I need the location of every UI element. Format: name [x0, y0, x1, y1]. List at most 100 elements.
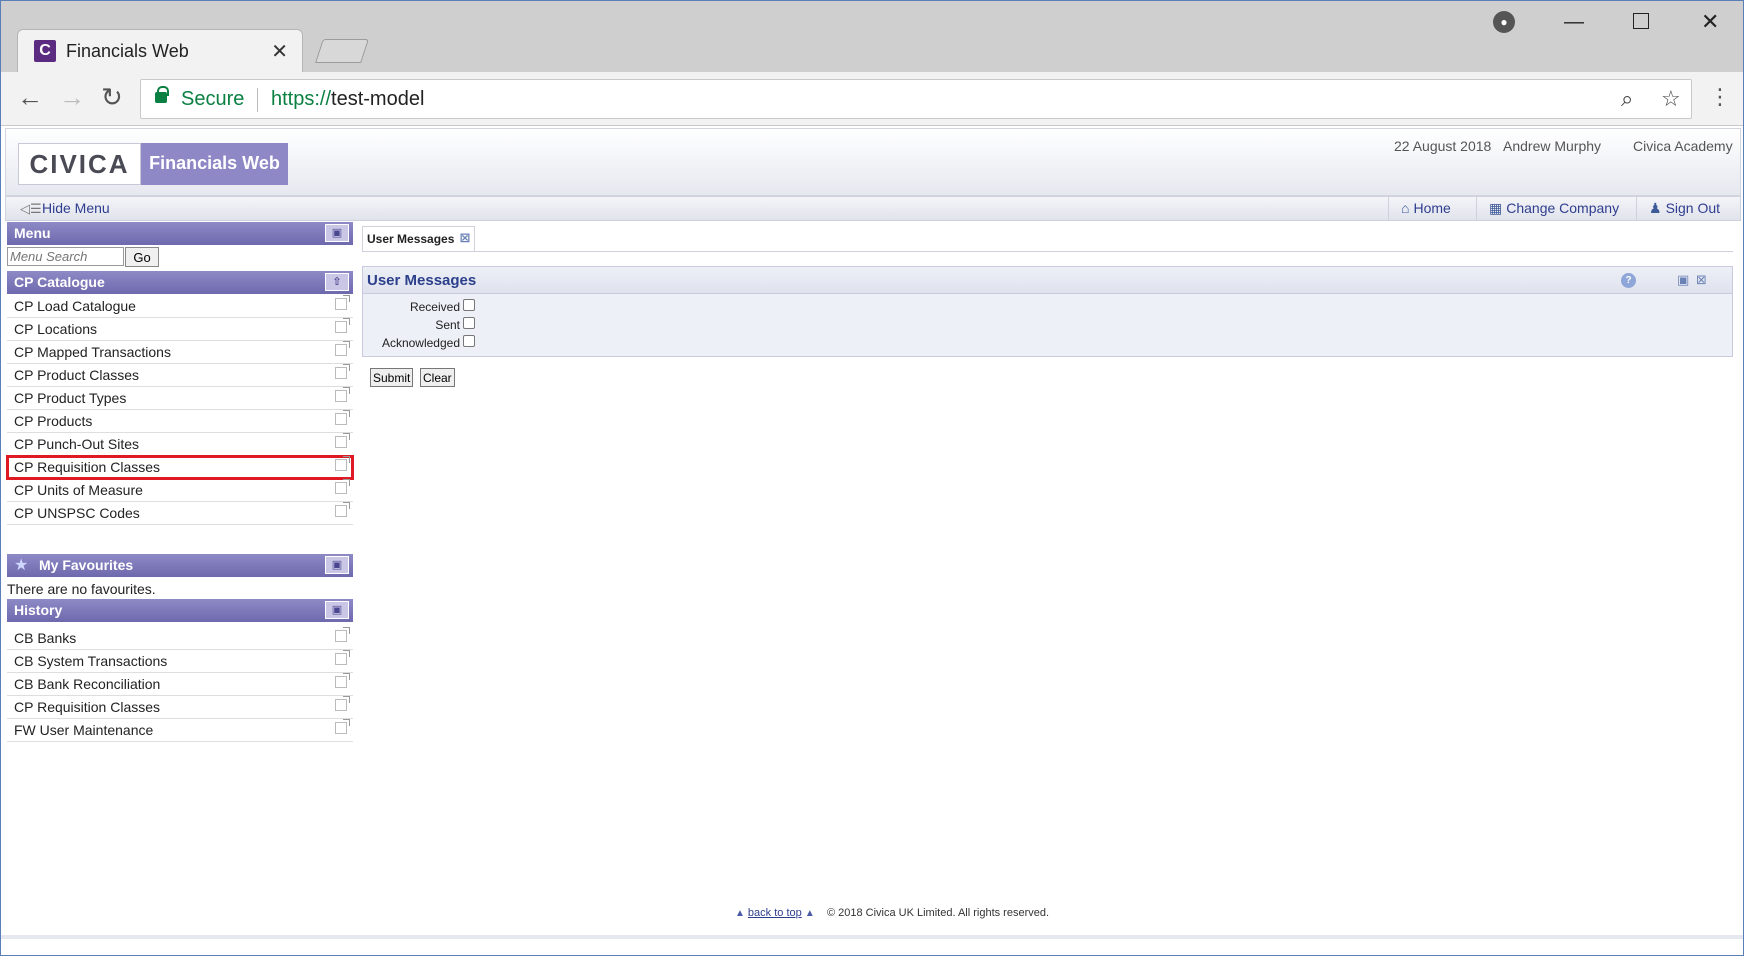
- acknowledged-checkbox[interactable]: [463, 335, 475, 347]
- menu-search-input[interactable]: [7, 247, 124, 266]
- tab-strip: C Financials Web ✕ ● — ✕: [1, 1, 1743, 73]
- list-item[interactable]: FW User Maintenance: [7, 719, 353, 742]
- list-item[interactable]: CB System Transactions: [7, 650, 353, 673]
- close-icon[interactable]: ✕: [1701, 9, 1719, 35]
- submit-button[interactable]: Submit: [370, 368, 414, 387]
- home-link[interactable]: ⌂ Home: [1388, 197, 1461, 220]
- tab-user-messages-label: User Messages: [367, 232, 455, 246]
- list-item[interactable]: CP Products: [7, 410, 353, 433]
- received-label: Received: [409, 300, 460, 314]
- header-company: Civica Academy: [1633, 138, 1733, 154]
- sign-out-label: Sign Out: [1665, 200, 1721, 216]
- folder-up-icon[interactable]: ⇧: [325, 273, 349, 291]
- page-footer: ▲ back to top ▲ © 2018 Civica UK Limited…: [1, 907, 1743, 919]
- history-panel-header: History ▣: [7, 599, 353, 622]
- open-window-icon[interactable]: [335, 650, 350, 665]
- list-item-label: CP UNSPSC Codes: [14, 505, 140, 521]
- tab-close-icon[interactable]: ✕: [271, 39, 288, 64]
- user-signout-icon: ♟: [1649, 200, 1662, 216]
- bottom-bar: [1, 935, 1743, 939]
- panel-options-icon[interactable]: ▣: [325, 556, 349, 574]
- hide-menu-button[interactable]: ◁☰Hide Menu: [20, 200, 110, 217]
- star-icon[interactable]: ☆: [1661, 86, 1681, 112]
- form-header: User Messages ? ▣ ⊠: [362, 266, 1733, 294]
- list-item[interactable]: CP Locations: [7, 318, 353, 341]
- kebab-menu-icon[interactable]: ⋮: [1709, 84, 1731, 110]
- open-window-icon[interactable]: [335, 387, 350, 402]
- url-text[interactable]: https://test-model: [271, 88, 424, 111]
- reload-icon[interactable]: ↻: [101, 84, 123, 110]
- tab-user-messages[interactable]: User Messages ⊠: [362, 226, 476, 252]
- open-window-icon[interactable]: [335, 456, 350, 471]
- history-panel-title: History: [14, 602, 63, 618]
- app-header: CIVICA Financials Web 22 August 2018 And…: [5, 128, 1741, 196]
- open-window-icon[interactable]: [335, 696, 350, 711]
- list-item-label: CP Requisition Classes: [14, 459, 161, 475]
- list-item[interactable]: CB Banks: [7, 627, 353, 650]
- clear-button[interactable]: Clear: [420, 368, 455, 387]
- change-company-link[interactable]: ▦ Change Company: [1476, 197, 1629, 220]
- menu-search-go-button[interactable]: Go: [125, 247, 159, 267]
- profile-icon[interactable]: ●: [1493, 11, 1515, 33]
- open-window-icon[interactable]: [335, 295, 350, 310]
- open-window-icon[interactable]: [335, 364, 350, 379]
- list-item[interactable]: CP Punch-Out Sites: [7, 433, 353, 456]
- list-item-label: CP Units of Measure: [14, 482, 143, 498]
- list-item[interactable]: CP Requisition Classes: [7, 696, 353, 719]
- window-options-icon[interactable]: ▣: [1677, 272, 1689, 288]
- panel-options-icon[interactable]: ▣: [325, 224, 349, 242]
- catalogue-list: CP Load Catalogue CP Locations CP Mapped…: [6, 295, 354, 525]
- list-item[interactable]: CB Bank Reconciliation: [7, 673, 353, 696]
- open-window-icon[interactable]: [335, 410, 350, 425]
- back-to-top-link[interactable]: back to top: [748, 907, 802, 919]
- no-favourites-text: There are no favourites.: [7, 581, 156, 597]
- up-arrow-icon: ▲: [734, 908, 745, 919]
- form-body: Received Sent Acknowledged: [362, 294, 1733, 357]
- url-host: test-model: [331, 88, 425, 110]
- home-icon: ⌂: [1401, 200, 1410, 216]
- list-item-label: CP Mapped Transactions: [14, 344, 171, 360]
- copyright-text: © 2018 Civica UK Limited. All rights res…: [826, 907, 1050, 919]
- open-window-icon[interactable]: [335, 719, 350, 734]
- open-window-icon[interactable]: [335, 627, 350, 642]
- list-item-label: CP Locations: [14, 321, 98, 337]
- hide-menu-icon: ◁☰: [20, 201, 42, 216]
- panel-options-icon[interactable]: ▣: [325, 601, 349, 619]
- open-window-icon[interactable]: [335, 502, 350, 517]
- browser-tab[interactable]: C Financials Web ✕: [17, 29, 303, 73]
- received-checkbox[interactable]: [463, 299, 475, 311]
- open-window-icon[interactable]: [335, 318, 350, 333]
- zoom-icon[interactable]: ⌕: [1621, 86, 1633, 112]
- sign-out-link[interactable]: ♟ Sign Out: [1636, 197, 1730, 220]
- tab-close-icon[interactable]: ⊠: [459, 230, 470, 246]
- list-item-label: CP Load Catalogue: [14, 298, 136, 314]
- home-label: Home: [1413, 200, 1451, 216]
- list-item[interactable]: CP Product Types: [7, 387, 353, 410]
- list-item-label: CB Banks: [14, 630, 77, 646]
- star-icon: ★: [14, 557, 29, 574]
- catalogue-panel-header: CP Catalogue ⇧: [7, 271, 353, 294]
- list-item[interactable]: CP Units of Measure: [7, 479, 353, 502]
- list-item[interactable]: CP Load Catalogue: [7, 295, 353, 318]
- forward-icon[interactable]: →: [59, 84, 85, 110]
- list-item[interactable]: CP UNSPSC Codes: [7, 502, 353, 525]
- sent-checkbox[interactable]: [463, 317, 475, 329]
- form-close-icon[interactable]: ⊠: [1696, 272, 1707, 288]
- list-item-highlighted[interactable]: CP Requisition Classes: [6, 455, 354, 480]
- minimize-icon[interactable]: —: [1564, 11, 1584, 34]
- maximize-icon[interactable]: [1633, 13, 1649, 29]
- open-window-icon[interactable]: [335, 673, 350, 688]
- menu-panel-header: Menu ▣: [7, 222, 353, 245]
- back-icon[interactable]: ←: [17, 84, 43, 110]
- open-window-icon[interactable]: [335, 341, 350, 356]
- address-bar[interactable]: Secure https://test-model ⌕ ☆: [140, 79, 1692, 119]
- open-window-icon[interactable]: [335, 433, 350, 448]
- list-item[interactable]: CP Product Classes: [7, 364, 353, 387]
- new-tab-button[interactable]: [315, 39, 369, 63]
- lock-icon: [155, 86, 169, 103]
- list-item[interactable]: CP Mapped Transactions: [7, 341, 353, 364]
- acknowledged-label: Acknowledged: [381, 336, 460, 350]
- favourites-panel-header: ★ My Favourites ▣: [7, 554, 353, 577]
- help-icon[interactable]: ?: [1621, 273, 1636, 288]
- open-window-icon[interactable]: [335, 479, 350, 494]
